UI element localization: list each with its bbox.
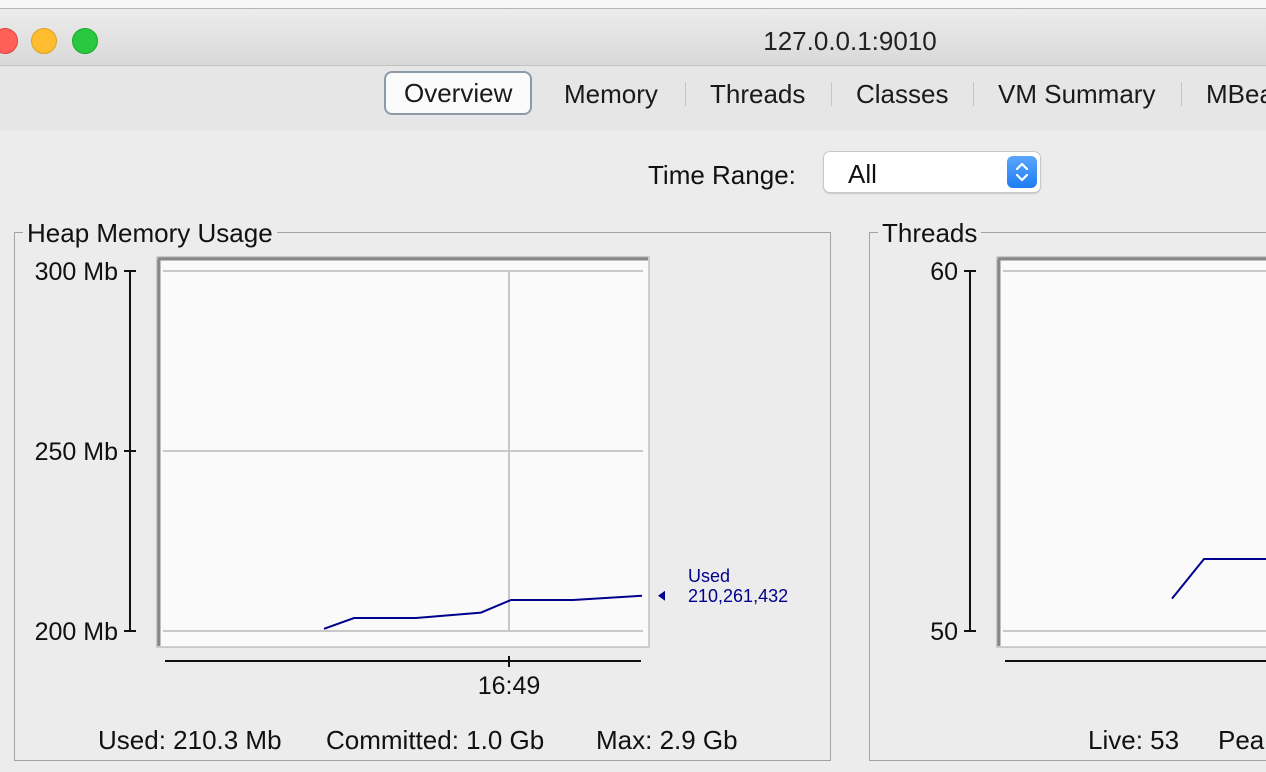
threads-peak-stat: Peak — [1218, 725, 1266, 755]
threads-plot-area — [996, 256, 1266, 648]
threads-chart: 50 60 — [930, 256, 1266, 662]
threads-y-tick-label: 50 — [930, 618, 958, 646]
threads-live-stat: Live: 53 — [1088, 725, 1180, 755]
threads-y-tick-label: 60 — [930, 258, 958, 286]
